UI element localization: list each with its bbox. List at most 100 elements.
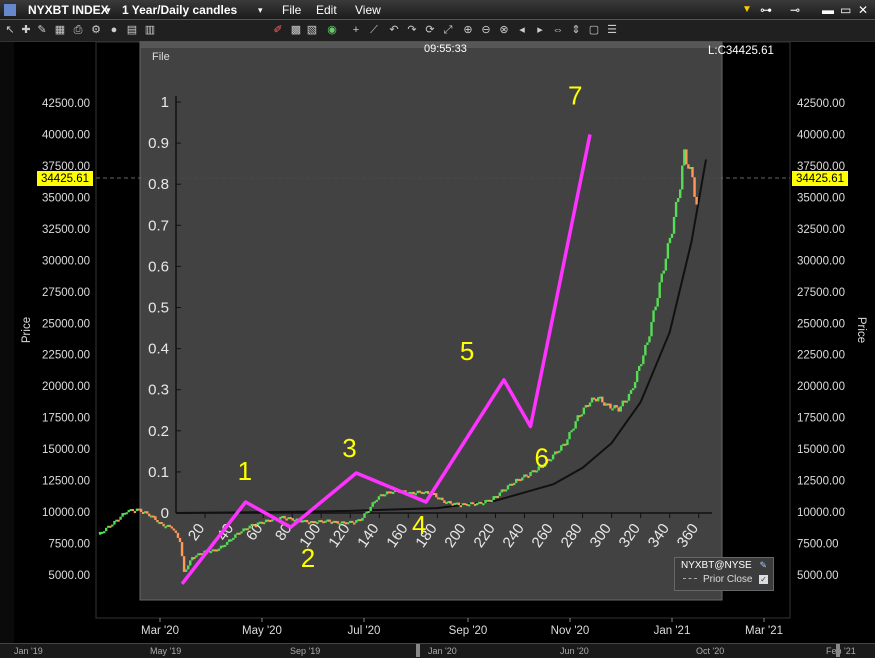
candle <box>221 545 225 548</box>
candle <box>125 512 128 515</box>
candle <box>426 491 430 494</box>
y-tick-label: 17500.00 <box>42 413 90 425</box>
candle <box>242 528 245 532</box>
candle <box>377 496 381 500</box>
candle <box>560 445 563 451</box>
candle <box>189 560 192 566</box>
candle <box>414 493 417 496</box>
y-tick-label: 27500.00 <box>42 287 90 299</box>
timeline-label: Jun '20 <box>560 646 589 656</box>
candle <box>143 511 147 514</box>
candle <box>379 494 383 497</box>
candle <box>314 521 317 524</box>
x-tick-label: Nov '20 <box>551 625 590 637</box>
candle <box>129 509 132 512</box>
y-tick-label: 12500.00 <box>42 476 90 488</box>
x-tick-label: Jul '20 <box>348 625 381 637</box>
y-tick-label: 22500.00 <box>797 350 845 362</box>
inner-y-tick: 0.2 <box>148 423 169 440</box>
candle <box>307 522 311 525</box>
inner-menu-file[interactable]: File <box>152 51 170 63</box>
candle <box>182 556 186 572</box>
navigator-handle-left[interactable] <box>416 644 420 657</box>
candle <box>437 497 440 500</box>
candle <box>631 388 635 391</box>
candle <box>691 166 694 178</box>
candle <box>465 503 469 506</box>
candle <box>348 520 352 523</box>
candle <box>385 491 389 495</box>
candle <box>615 405 618 408</box>
candle <box>119 516 122 520</box>
candle <box>164 526 167 529</box>
candle <box>410 491 413 494</box>
candle <box>246 528 249 531</box>
candle <box>564 443 567 446</box>
candle <box>574 421 577 429</box>
candle <box>525 474 528 477</box>
candle <box>351 520 354 523</box>
candle <box>644 344 647 356</box>
legend-symbol: NYXBT@NYSE <box>681 560 752 571</box>
candle <box>603 402 606 406</box>
candle <box>553 451 557 455</box>
candle <box>127 510 130 513</box>
legend-checkbox[interactable]: ✓ <box>759 575 768 584</box>
candle <box>476 502 479 506</box>
candle <box>660 273 663 283</box>
candle <box>531 470 534 473</box>
candle <box>248 525 251 529</box>
wave-label-2: 2 <box>301 543 315 573</box>
legend-item: Prior Close <box>703 574 753 585</box>
legend-box[interactable]: NYXBT@NYSE ✎ Prior Close ✓ <box>674 557 774 591</box>
candle <box>178 537 182 543</box>
candle <box>312 521 315 524</box>
inner-y-tick: 0.1 <box>148 464 169 481</box>
timeline-navigator[interactable]: Jan '19 May '19 Sep '19 Jan '20 Jun '20 … <box>0 643 875 658</box>
candle <box>512 482 516 486</box>
timeline-label: Jan '20 <box>428 646 457 656</box>
candle <box>584 405 588 408</box>
candle <box>459 505 463 508</box>
candle <box>230 539 233 542</box>
wave-label-7: 7 <box>568 80 582 110</box>
candle <box>441 497 444 501</box>
candle <box>517 478 520 481</box>
candle <box>551 454 555 460</box>
y-axis-label-right: Price <box>855 317 867 343</box>
candle <box>219 545 223 549</box>
last-price-flag-right: 34425.61 <box>792 171 848 186</box>
inner-y-tick: 0.9 <box>148 135 169 152</box>
candle <box>340 521 344 524</box>
candle <box>139 508 143 512</box>
timeline-label: Sep '19 <box>290 646 321 656</box>
navigator-handle-right[interactable] <box>836 644 840 657</box>
candle <box>597 397 600 402</box>
inner-y-tick: 1 <box>161 94 169 111</box>
candle <box>133 511 137 514</box>
candle <box>558 450 561 453</box>
candle <box>693 177 696 197</box>
inner-y-tick: 0.7 <box>148 217 169 234</box>
x-tick-label: Sep '20 <box>449 625 488 637</box>
candle <box>383 494 387 497</box>
candle <box>316 522 319 525</box>
wrench-icon[interactable]: ✎ <box>759 560 767 571</box>
candle <box>361 517 364 521</box>
candle <box>451 503 454 506</box>
y-tick-label: 7500.00 <box>48 539 90 551</box>
y-tick-label: 42500.00 <box>797 98 845 110</box>
candle <box>244 528 247 531</box>
candle <box>303 519 307 522</box>
candle <box>392 491 395 494</box>
y-tick-label: 20000.00 <box>42 381 90 393</box>
candle <box>113 520 116 525</box>
wave-label-5: 5 <box>460 336 474 366</box>
candle <box>336 521 340 524</box>
candle <box>449 501 452 504</box>
candle <box>676 198 680 202</box>
y-tick-label: 5000.00 <box>797 570 839 582</box>
candle <box>283 515 286 519</box>
candle <box>320 520 323 523</box>
candle <box>338 523 342 526</box>
